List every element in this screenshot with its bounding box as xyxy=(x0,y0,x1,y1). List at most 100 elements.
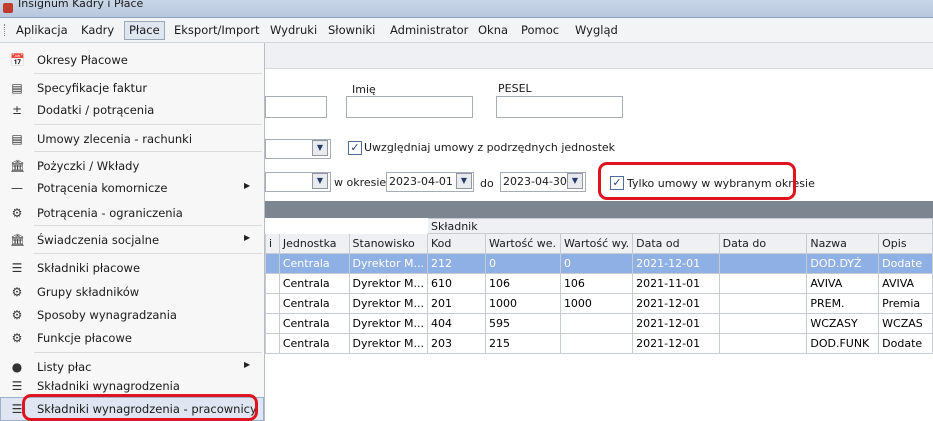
col-header[interactable]: Nazwa xyxy=(806,233,880,254)
menu-kadry[interactable]: Kadry xyxy=(77,22,118,38)
menu-item-label: Specyfikacje faktur xyxy=(37,81,148,95)
menu-item-label: Pożyczki / Wkłady xyxy=(37,159,140,173)
menu-pomoc[interactable]: Pomoc xyxy=(517,22,563,38)
chevron-down-icon[interactable]: ▼ xyxy=(312,173,328,189)
col-header[interactable]: Opis xyxy=(878,233,933,254)
cell xyxy=(718,333,808,354)
cell: 215 xyxy=(484,333,561,354)
menu-okna[interactable]: Okna xyxy=(474,22,512,38)
cell: Centrala xyxy=(278,253,350,274)
cell: AVIVA xyxy=(878,273,933,294)
cell: WCZAS xyxy=(878,313,933,334)
menu-potracenia-komornicze[interactable]: — Potrącenia komornicze ▶ xyxy=(0,176,264,200)
sub-units-label: Uwzględniaj umowy z podrzędnych jednoste… xyxy=(364,141,616,154)
coins-icon: ● xyxy=(11,360,23,374)
cell: 610 xyxy=(427,273,486,294)
table-row[interactable]: Centrala Dyrektor M... 201 1000 1000 202… xyxy=(265,293,933,314)
menu-umowy-zlecenia[interactable]: ▤ Umowy zlecenia - rachunki xyxy=(0,127,264,151)
cell xyxy=(265,253,280,274)
col-header[interactable]: Jednostka xyxy=(278,233,350,254)
menu-specyfikacje-faktur[interactable]: ▤ Specyfikacje faktur xyxy=(0,76,264,100)
cell xyxy=(718,273,808,294)
col-header[interactable]: Wartość wy. xyxy=(559,233,634,254)
menu-item-label: Składniki wynagrodzenia xyxy=(37,379,180,393)
cell: 2021-12-01 xyxy=(632,333,720,354)
highlight-annotation xyxy=(598,162,796,200)
chevron-down-icon[interactable]: ▼ xyxy=(312,140,328,156)
cell: Dyrektor M... xyxy=(348,313,429,334)
table-row[interactable]: Centrala Dyrektor M... 404 595 2021-12-0… xyxy=(265,313,933,334)
table-row[interactable]: Centrala Dyrektor M... 610 106 106 2021-… xyxy=(265,273,933,294)
title-bar: Insignum Kadry i Płace xyxy=(0,0,933,18)
cell: DOD.FUNK xyxy=(806,333,880,354)
menu-okresy-placowe[interactable]: 📅 Okresy Płacowe xyxy=(0,48,264,72)
pesel-field[interactable] xyxy=(496,96,623,118)
gears-icon: ⚙ xyxy=(11,285,23,299)
cell: 2021-11-01 xyxy=(632,273,720,294)
col-header[interactable]: Stanowisko xyxy=(348,233,429,254)
menu-item-label: Świadczenia socjalne xyxy=(37,233,160,247)
menu-grupy-skladnikow[interactable]: ⚙ Grupy składników xyxy=(0,280,264,304)
cell: 0 xyxy=(559,253,634,274)
highlight-annotation xyxy=(22,394,258,421)
menu-item-label: Umowy zlecenia - rachunki xyxy=(37,132,193,146)
menu-item-label: Potrącenia - ograniczenia xyxy=(37,206,183,220)
menu-bar: Aplikacja Kadry Płace Eksport/Import Wyd… xyxy=(0,18,933,43)
cell: 2021-12-01 xyxy=(632,293,720,314)
nazwisko-field[interactable] xyxy=(265,96,327,118)
gears-icon: ⚙ xyxy=(11,331,23,345)
plus-minus-icon: ± xyxy=(11,103,23,117)
col-header[interactable]: Wartość we. xyxy=(484,233,561,254)
menu-funkcje-placowe[interactable]: ⚙ Funkcje płacowe xyxy=(0,326,264,350)
imie-label: Imię xyxy=(352,83,376,96)
cell: 595 xyxy=(484,313,561,334)
menu-slowniki[interactable]: Słowniki xyxy=(324,22,379,38)
menu-separator xyxy=(34,352,262,353)
chevron-down-icon[interactable]: ▼ xyxy=(567,173,583,189)
menu-pozyczki-wklady[interactable]: 🏛 Pożyczki / Wkłady xyxy=(0,154,264,178)
submenu-arrow-icon: ▶ xyxy=(244,360,251,369)
table-row[interactable]: Centrala Dyrektor M... 203 215 2021-12-0… xyxy=(265,333,933,354)
menu-eksport-import[interactable]: Eksport/Import xyxy=(170,22,264,38)
menu-place[interactable]: Płace xyxy=(124,21,165,40)
menu-separator xyxy=(34,225,262,226)
col-header[interactable]: Data od xyxy=(632,233,720,254)
menu-swiadczenia-socjalne[interactable]: 🏛 Świadczenia socjalne ▶ xyxy=(0,228,264,252)
cell: Centrala xyxy=(278,273,350,294)
cell: Dyrektor M... xyxy=(348,253,429,274)
cell: 201 xyxy=(427,293,486,314)
chevron-down-icon[interactable]: ▼ xyxy=(456,173,472,189)
menu-potracenia-ograniczenia[interactable]: ⚙ Potrącenia - ograniczenia xyxy=(0,201,264,225)
col-header[interactable]: Data do xyxy=(718,233,808,254)
menu-wydruki[interactable]: Wydruki xyxy=(266,22,321,38)
cell: Dyrektor M... xyxy=(348,293,429,314)
cell xyxy=(265,293,280,314)
menu-item-label: Potrącenia komornicze xyxy=(37,181,168,195)
menu-item-label: Grupy składników xyxy=(37,285,140,299)
menu-item-label: Okresy Płacowe xyxy=(37,53,128,67)
col-header[interactable]: Kod xyxy=(427,233,486,254)
cell xyxy=(718,293,808,314)
col-header[interactable]: i xyxy=(265,233,280,254)
cell xyxy=(265,313,280,334)
menu-aplikacja[interactable]: Aplikacja xyxy=(12,22,72,38)
menu-item-label: Dodatki / potrącenia xyxy=(37,103,155,117)
sub-units-checkbox[interactable]: ✓ xyxy=(348,141,362,155)
cell: PREM. xyxy=(806,293,880,314)
menu-separator xyxy=(34,151,262,152)
gears-icon: ⚙ xyxy=(11,206,23,220)
menu-separator xyxy=(34,253,262,254)
group-header-skladnik: Składnik xyxy=(427,218,933,234)
document-icon: ▤ xyxy=(11,132,23,146)
menu-skladniki-placowe[interactable]: ☰ Składniki płacowe xyxy=(0,256,264,280)
cell: 1000 xyxy=(484,293,561,314)
menu-administrator[interactable]: Administrator xyxy=(386,22,472,38)
cell: Dyrektor M... xyxy=(348,333,429,354)
grid-title-strip xyxy=(265,201,933,218)
menu-dodatki-potracenia[interactable]: ± Dodatki / potrącenia xyxy=(0,98,264,122)
imie-field[interactable] xyxy=(346,96,473,118)
menu-wyglad[interactable]: Wygląd xyxy=(571,22,622,38)
table-row[interactable]: Centrala Dyrektor M... 212 0 0 2021-12-0… xyxy=(265,253,933,274)
menu-sposoby-wynagradzania[interactable]: ⚙ Sposoby wynagradzania xyxy=(0,303,264,327)
cell: Dodate xyxy=(878,333,933,354)
